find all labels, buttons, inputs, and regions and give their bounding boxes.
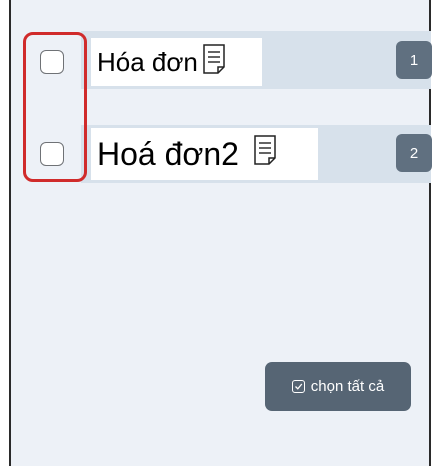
item-count-badge: 1 — [396, 41, 432, 79]
check-square-icon — [291, 380, 305, 393]
item-title-box: Hoá đơn2 — [91, 128, 318, 180]
item-title-box: Hóa đơn — [91, 38, 262, 86]
document-icon — [202, 43, 226, 82]
item-title: Hóa đơn — [97, 46, 198, 77]
select-all-button[interactable]: chọn tất cả — [265, 362, 411, 411]
select-all-label: chọn tất cả — [310, 378, 385, 395]
checkbox-highlight — [23, 32, 87, 182]
item-count-badge: 2 — [396, 134, 432, 172]
document-icon — [253, 134, 277, 174]
item-title: Hoá đơn2 — [97, 135, 239, 172]
